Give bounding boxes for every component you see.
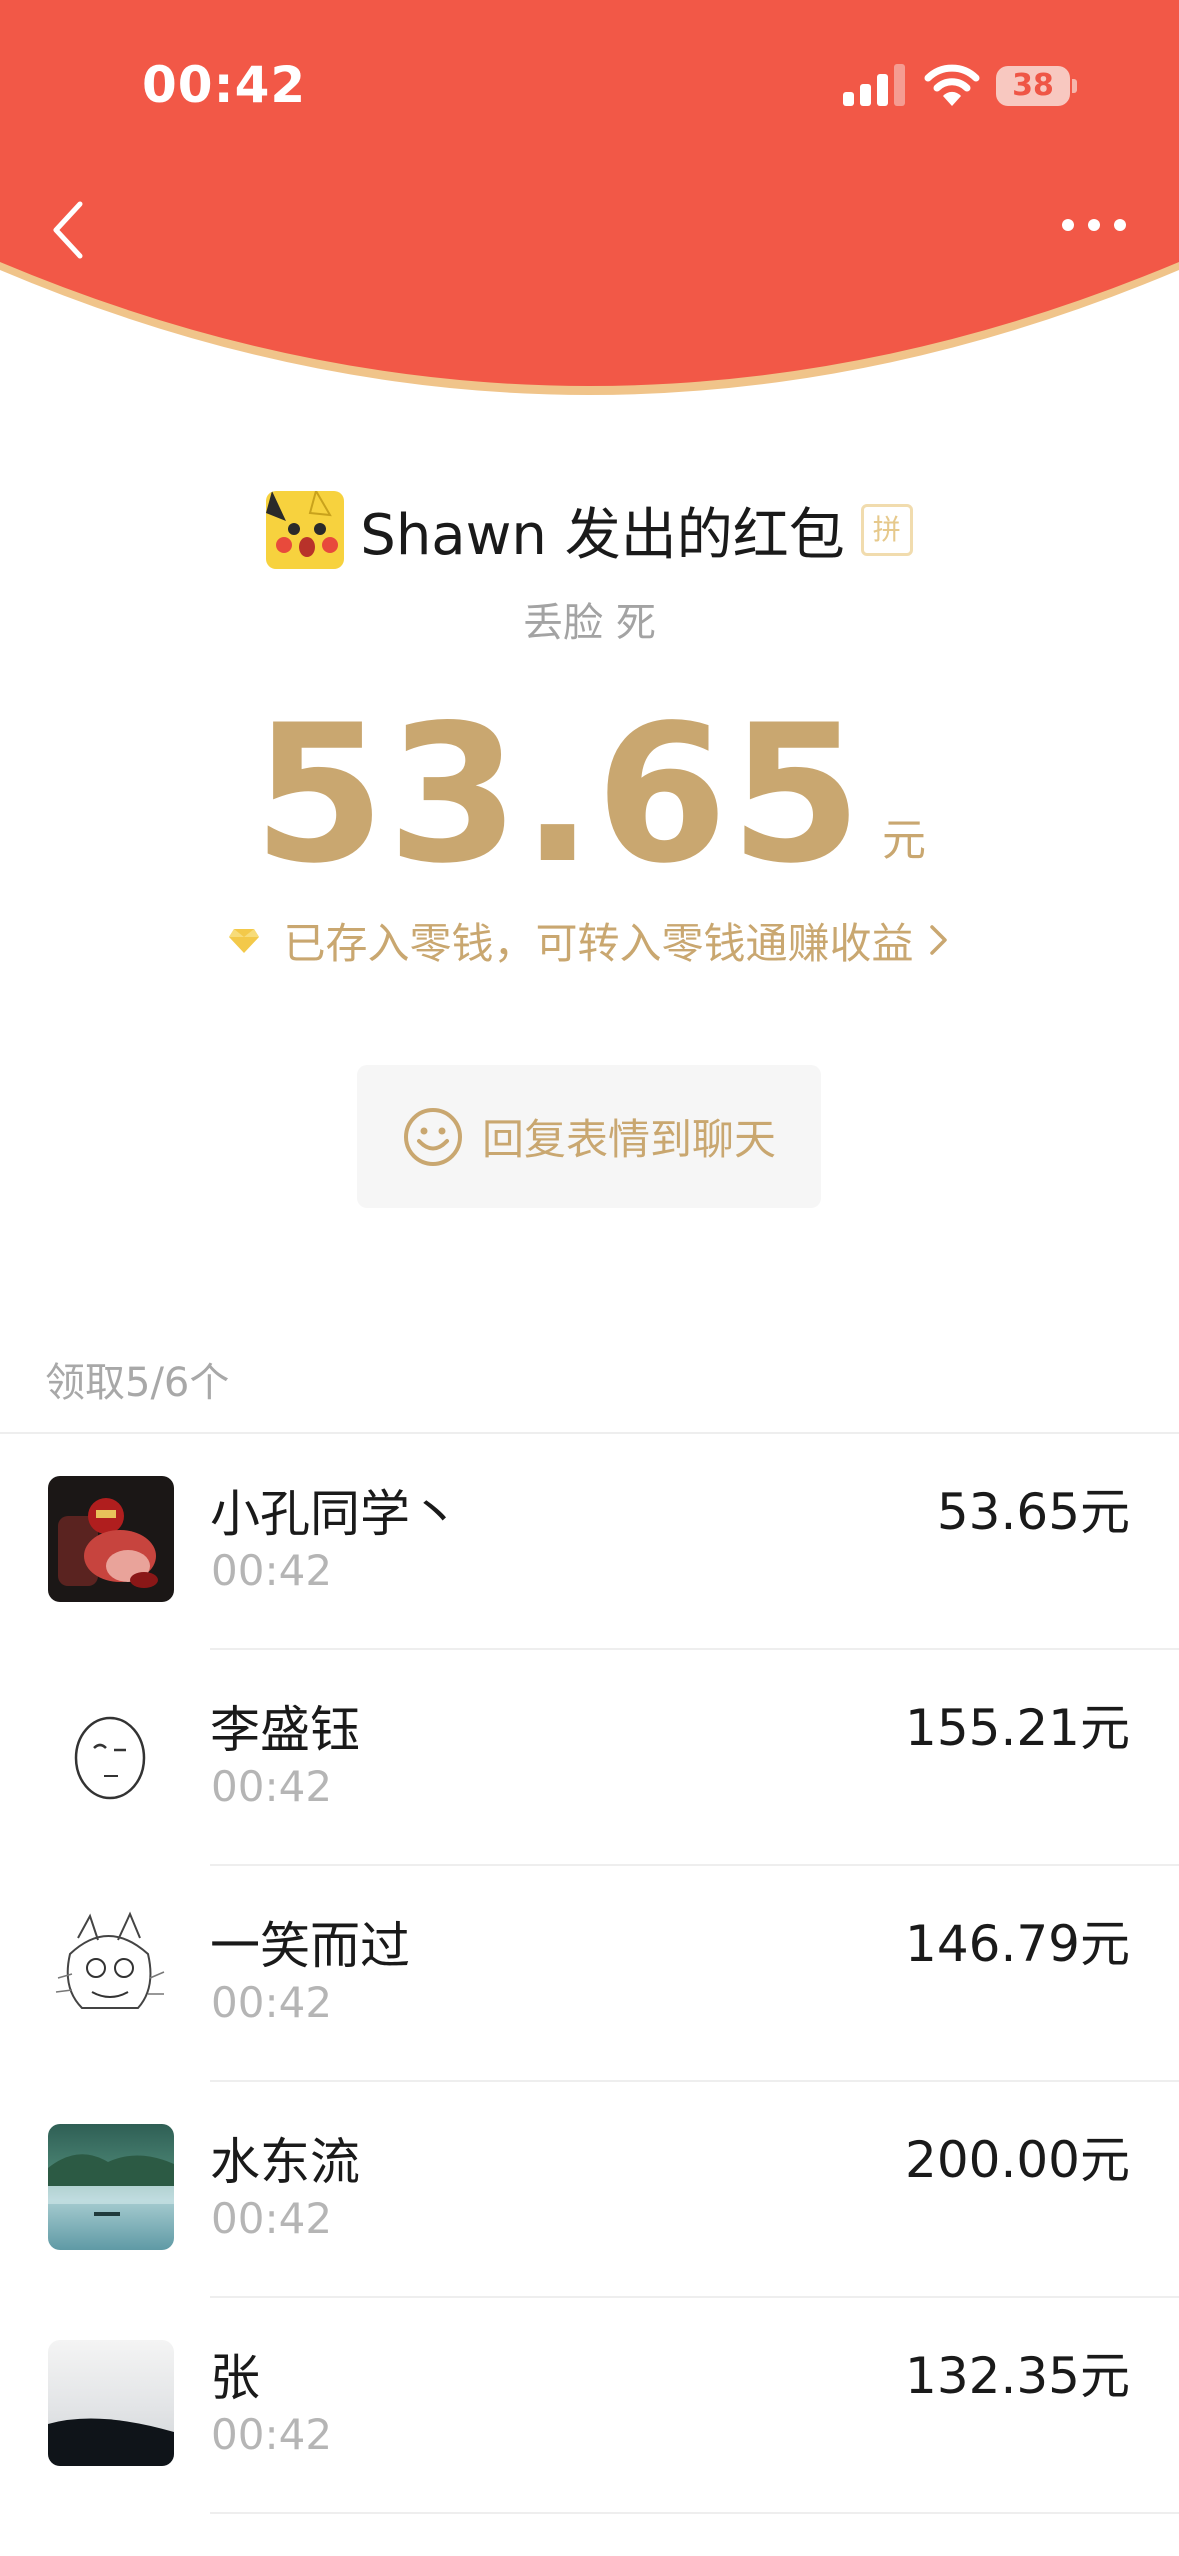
receiver-row[interactable]: 水东流 00:42 200.00元 xyxy=(0,2082,1179,2298)
red-packet-title: Shawn 发出的红包 xyxy=(360,502,845,568)
pikachu-avatar-image xyxy=(266,491,345,569)
avatar-image xyxy=(48,2124,174,2250)
received-amount: 53.65 xyxy=(253,684,864,905)
more-dots-icon[interactable] xyxy=(1060,205,1130,245)
receiver-row[interactable]: 小孔同学丶 00:42 53.65元 xyxy=(0,1434,1179,1650)
receiver-avatar[interactable] xyxy=(48,1476,174,1602)
row-divider xyxy=(210,2512,1179,2514)
blessing-message: 丢脸 死 xyxy=(523,600,656,646)
receive-amount: 132.35元 xyxy=(905,2347,1130,2405)
receive-time: 00:42 xyxy=(211,1546,333,1595)
status-bar-time: 00:42 xyxy=(142,56,307,114)
sender-row: Shawn 发出的红包 拼 xyxy=(0,486,1179,574)
avatar-image xyxy=(48,1908,174,2034)
receiver-row[interactable]: 张 00:42 132.35元 xyxy=(0,2298,1179,2514)
receiver-avatar[interactable] xyxy=(48,2124,174,2250)
back-chevron-icon[interactable] xyxy=(40,190,100,270)
avatar-image xyxy=(48,2340,174,2466)
wifi-icon xyxy=(924,64,980,106)
battery-cap xyxy=(1072,79,1077,93)
change-saved-text: 已存入零钱，可转入零钱通赚收益 xyxy=(283,918,914,968)
receiver-name: 水东流 xyxy=(210,2133,360,2191)
receiver-name: 李盛钰 xyxy=(210,1701,360,1759)
group-packet-badge: 拼 xyxy=(860,504,913,556)
receiver-avatar[interactable] xyxy=(48,2340,174,2466)
reply-sticker-button[interactable]: 回复表情到聊天 xyxy=(357,1065,821,1208)
battery-indicator: 38 xyxy=(996,66,1078,106)
receiver-name: 张 xyxy=(210,2349,260,2407)
receiver-list: 小孔同学丶 00:42 53.65元 李盛钰 00:42 155.21元 一笑而… xyxy=(0,1434,1179,2514)
amount-row: 53.65 元 xyxy=(0,700,1179,890)
avatar-image xyxy=(48,1692,174,1818)
reply-sticker-label: 回复表情到聊天 xyxy=(481,1115,776,1164)
amount-unit: 元 xyxy=(882,815,926,866)
receive-amount: 155.21元 xyxy=(905,1699,1130,1757)
battery-level: 38 xyxy=(1012,68,1054,103)
receive-amount: 146.79元 xyxy=(905,1915,1130,1973)
receiver-row[interactable]: 一笑而过 00:42 146.79元 xyxy=(0,1866,1179,2082)
receive-amount: 53.65元 xyxy=(936,1483,1130,1541)
sender-avatar[interactable] xyxy=(266,491,345,569)
avatar-image xyxy=(48,1476,174,1602)
chevron-right-icon xyxy=(929,925,947,955)
receiver-row[interactable]: 李盛钰 00:42 155.21元 xyxy=(0,1650,1179,1866)
receive-amount: 200.00元 xyxy=(905,2131,1130,2189)
change-saved-link[interactable]: 已存入零钱，可转入零钱通赚收益 xyxy=(0,910,1179,970)
cellular-signal-icon xyxy=(843,64,905,106)
receiver-name: 一笑而过 xyxy=(210,1917,410,1975)
receive-time: 00:42 xyxy=(211,2410,333,2459)
diamond-icon xyxy=(229,929,260,953)
received-count: 领取5/6个 xyxy=(45,1360,230,1406)
smile-face-icon xyxy=(403,1107,462,1166)
receive-time: 00:42 xyxy=(211,1762,333,1811)
receiver-name: 小孔同学丶 xyxy=(210,1485,460,1543)
receive-time: 00:42 xyxy=(211,1978,333,2027)
receiver-avatar[interactable] xyxy=(48,1908,174,2034)
receive-time: 00:42 xyxy=(211,2194,333,2243)
receiver-avatar[interactable] xyxy=(48,1692,174,1818)
